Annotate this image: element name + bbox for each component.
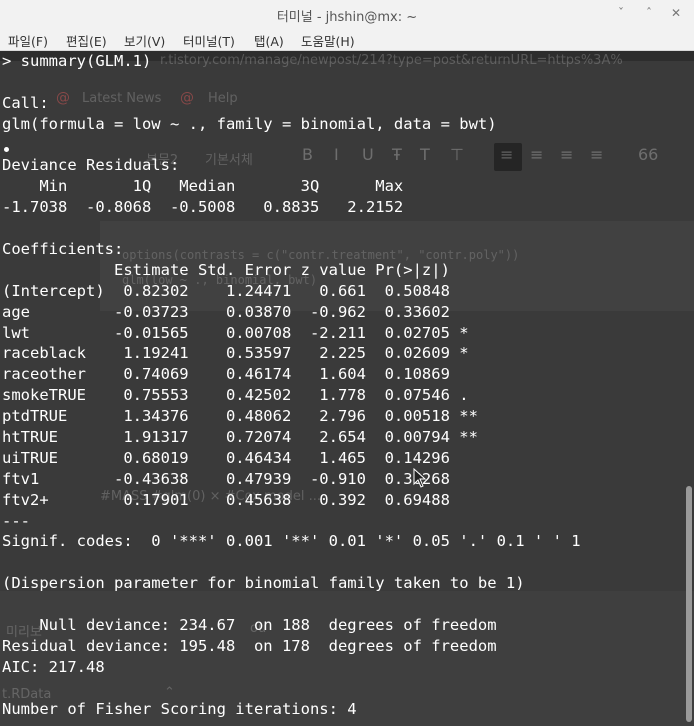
menu-file[interactable]: 파일(F) — [8, 31, 48, 50]
terminal-line: age -0.03723 0.03870 -0.962 0.33602 — [2, 302, 478, 321]
menu-edit[interactable]: 편집(E) — [66, 31, 107, 50]
terminal-line: (Intercept) 0.82302 1.24471 0.661 0.5084… — [2, 281, 478, 300]
menu-tabs[interactable]: 탭(A) — [254, 31, 284, 50]
terminal-area[interactable]: r.tistory.com/manage/newpost/214?type=po… — [0, 51, 694, 726]
terminal-line: > summary(GLM.1) — [2, 52, 152, 70]
maximize-button[interactable]: ˆ — [640, 5, 658, 23]
terminal-line: Coefficients: — [2, 240, 124, 259]
terminal-line: AIC: 217.48 — [2, 657, 105, 676]
terminal-line: raceblack 1.19241 0.53597 2.225 0.02609 … — [2, 344, 478, 363]
terminal-line: Residual deviance: 195.48 on 178 degrees… — [2, 636, 497, 655]
window-title: 터미널 - jhshin@mx: ~ — [276, 10, 418, 25]
terminal-line: uiTRUE 0.68019 0.46434 1.465 0.14296 — [2, 448, 478, 467]
terminal-line: ftv1 -0.43638 0.47939 -0.910 0.36268 — [2, 469, 478, 488]
terminal-line: Number of Fisher Scoring iterations: 4 — [2, 699, 357, 718]
terminal-line: Call: — [2, 93, 49, 112]
terminal-line: Null deviance: 234.67 on 188 degrees of … — [2, 616, 497, 635]
menu-view[interactable]: 보기(V) — [124, 31, 165, 50]
mouse-pointer-icon — [413, 468, 427, 488]
terminal-line: Min 1Q Median 3Q Max — [2, 177, 422, 196]
terminal-line: (Dispersion parameter for binomial famil… — [2, 574, 525, 593]
menu-terminal[interactable]: 터미널(T) — [183, 31, 235, 50]
terminal-line: --- — [2, 511, 30, 530]
scrollbar-thumb[interactable] — [686, 486, 692, 722]
terminal-line: glm(formula = low ~ ., family = binomial… — [2, 114, 497, 133]
terminal-output: > summary(GLM.1) Call: glm(formula = low ~… — [2, 51, 581, 720]
background-quote-icon: 66 — [638, 145, 659, 164]
minimize-button[interactable]: ˇ — [612, 5, 630, 23]
terminal-line: Estimate Std. Error z value Pr(>|z|) — [2, 260, 478, 279]
title-bar[interactable]: 터미널 - jhshin@mx: ~ ˇ ˆ ✕ — [0, 0, 694, 28]
background-justify-icon: ≡ — [590, 145, 604, 164]
terminal-line: Deviance Residuals: — [2, 156, 189, 175]
close-button[interactable]: ✕ — [667, 5, 685, 23]
terminal-line: ftv2+ 0.17901 0.45638 0.392 0.69488 — [2, 490, 478, 509]
terminal-line: ptdTRUE 1.34376 0.48062 2.796 0.00518 ** — [2, 407, 478, 426]
menu-bar: 파일(F) 편집(E) 보기(V) 터미널(T) 탭(A) 도움말(H) — [0, 28, 694, 51]
terminal-line: -1.7038 -0.8068 -0.5008 0.8835 2.2152 — [2, 198, 422, 217]
menu-help[interactable]: 도움말(H) — [301, 31, 355, 50]
terminal-line: smokeTRUE 0.75553 0.42502 1.778 0.07546 … — [2, 386, 478, 405]
terminal-window: 터미널 - jhshin@mx: ~ ˇ ˆ ✕ 파일(F) 편집(E) 보기(… — [0, 0, 694, 726]
terminal-line: htTRUE 1.91317 0.72074 2.654 0.00794 ** — [2, 428, 478, 447]
terminal-line: lwt -0.01565 0.00708 -2.211 0.02705 * — [2, 323, 478, 342]
terminal-line: Signif. codes: 0 '***' 0.001 '**' 0.01 '… — [2, 532, 581, 551]
terminal-line: raceother 0.74069 0.46174 1.604 0.10869 — [2, 365, 478, 384]
